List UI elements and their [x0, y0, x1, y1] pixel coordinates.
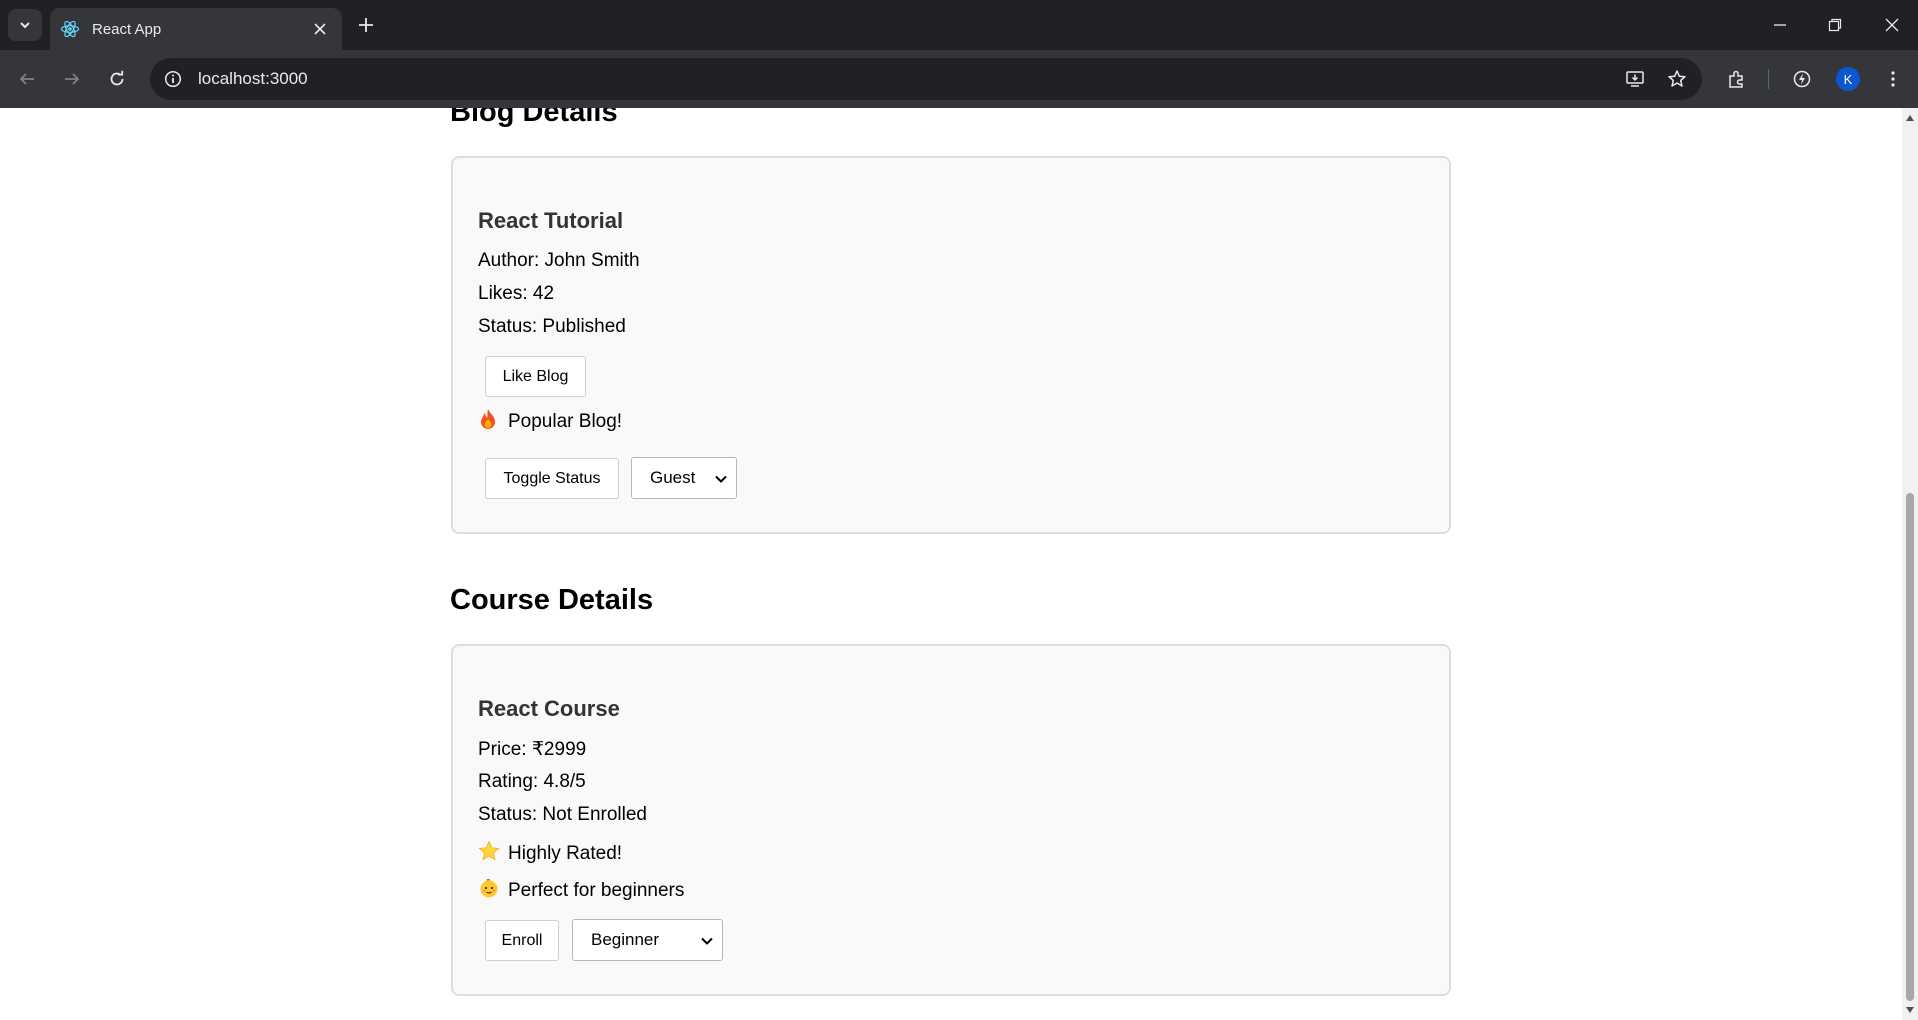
blog-section-heading: Blog Details: [450, 108, 618, 128]
blog-likes: Likes: 42: [478, 283, 555, 304]
role-select[interactable]: Guest: [631, 457, 737, 499]
toggle-status-button[interactable]: Toggle Status: [485, 458, 619, 499]
address-bar[interactable]: localhost:3000: [150, 58, 1702, 100]
react-logo-icon: [60, 20, 80, 38]
tab-title: React App: [92, 20, 162, 38]
course-status: Status: Not Enrolled: [478, 804, 647, 825]
reload-icon[interactable]: [100, 62, 134, 96]
site-info-icon[interactable]: [156, 62, 190, 96]
highly-rated-badge: Highly Rated!: [478, 840, 622, 868]
install-app-icon[interactable]: [1618, 62, 1652, 96]
course-card: React Course Price: ₹2999 Rating: 4.8/5 …: [451, 644, 1451, 996]
scroll-up-arrow-icon[interactable]: [1905, 113, 1915, 123]
avatar: K: [1836, 67, 1860, 91]
enroll-button[interactable]: Enroll: [485, 920, 559, 961]
extensions-icon[interactable]: [1720, 62, 1754, 96]
popular-blog-badge: Popular Blog!: [478, 408, 622, 436]
browser-tab[interactable]: React App: [50, 8, 342, 50]
url-text[interactable]: localhost:3000: [198, 69, 1618, 89]
course-rating: Rating: 4.8/5: [478, 771, 586, 792]
browser-toolbar: localhost:3000 K: [0, 50, 1918, 108]
scroll-down-arrow-icon[interactable]: [1905, 1005, 1915, 1015]
bookmark-star-icon[interactable]: [1660, 62, 1694, 96]
profile-avatar[interactable]: K: [1831, 62, 1865, 96]
blog-card: React Tutorial Author: John Smith Likes:…: [451, 156, 1451, 534]
blog-status: Status: Published: [478, 316, 626, 337]
restore-icon[interactable]: [1815, 10, 1855, 40]
vertical-scrollbar[interactable]: [1902, 108, 1918, 1020]
like-blog-button[interactable]: Like Blog: [485, 356, 586, 397]
chevron-down-icon: [701, 937, 713, 945]
course-price: Price: ₹2999: [478, 739, 587, 760]
page-viewport: Blog Details React Tutorial Author: John…: [0, 108, 1902, 1020]
new-tab-icon[interactable]: [354, 13, 378, 37]
course-section-heading: Course Details: [450, 584, 654, 616]
forward-arrow-icon[interactable]: [55, 62, 89, 96]
blog-title: React Tutorial: [478, 208, 624, 233]
beginner-badge: Perfect for beginners: [478, 877, 684, 905]
menu-kebab-icon[interactable]: [1876, 62, 1910, 96]
chevron-down-icon: [20, 22, 30, 29]
star-icon: [478, 840, 500, 868]
level-select[interactable]: Beginner: [572, 919, 723, 961]
popular-blog-text: Popular Blog!: [508, 411, 623, 433]
close-tab-icon[interactable]: [308, 17, 332, 41]
browser-tab-bar: React App: [0, 0, 1918, 50]
role-select-value: Guest: [650, 468, 696, 487]
toolbar-divider: [1768, 69, 1769, 89]
scrollbar-thumb[interactable]: [1906, 493, 1914, 1001]
highly-rated-text: Highly Rated!: [508, 843, 623, 865]
tab-search-button[interactable]: [8, 9, 42, 41]
chevron-down-icon: [715, 475, 727, 483]
baby-icon: [478, 877, 500, 905]
course-title: React Course: [478, 696, 620, 721]
level-select-value: Beginner: [591, 930, 660, 949]
back-arrow-icon[interactable]: [10, 62, 44, 96]
blog-author: Author: John Smith: [478, 250, 640, 271]
minimize-icon[interactable]: [1760, 10, 1800, 40]
performance-icon[interactable]: [1785, 62, 1819, 96]
close-window-icon[interactable]: [1872, 10, 1912, 40]
fire-icon: [478, 408, 500, 436]
beginner-text: Perfect for beginners: [508, 880, 685, 902]
